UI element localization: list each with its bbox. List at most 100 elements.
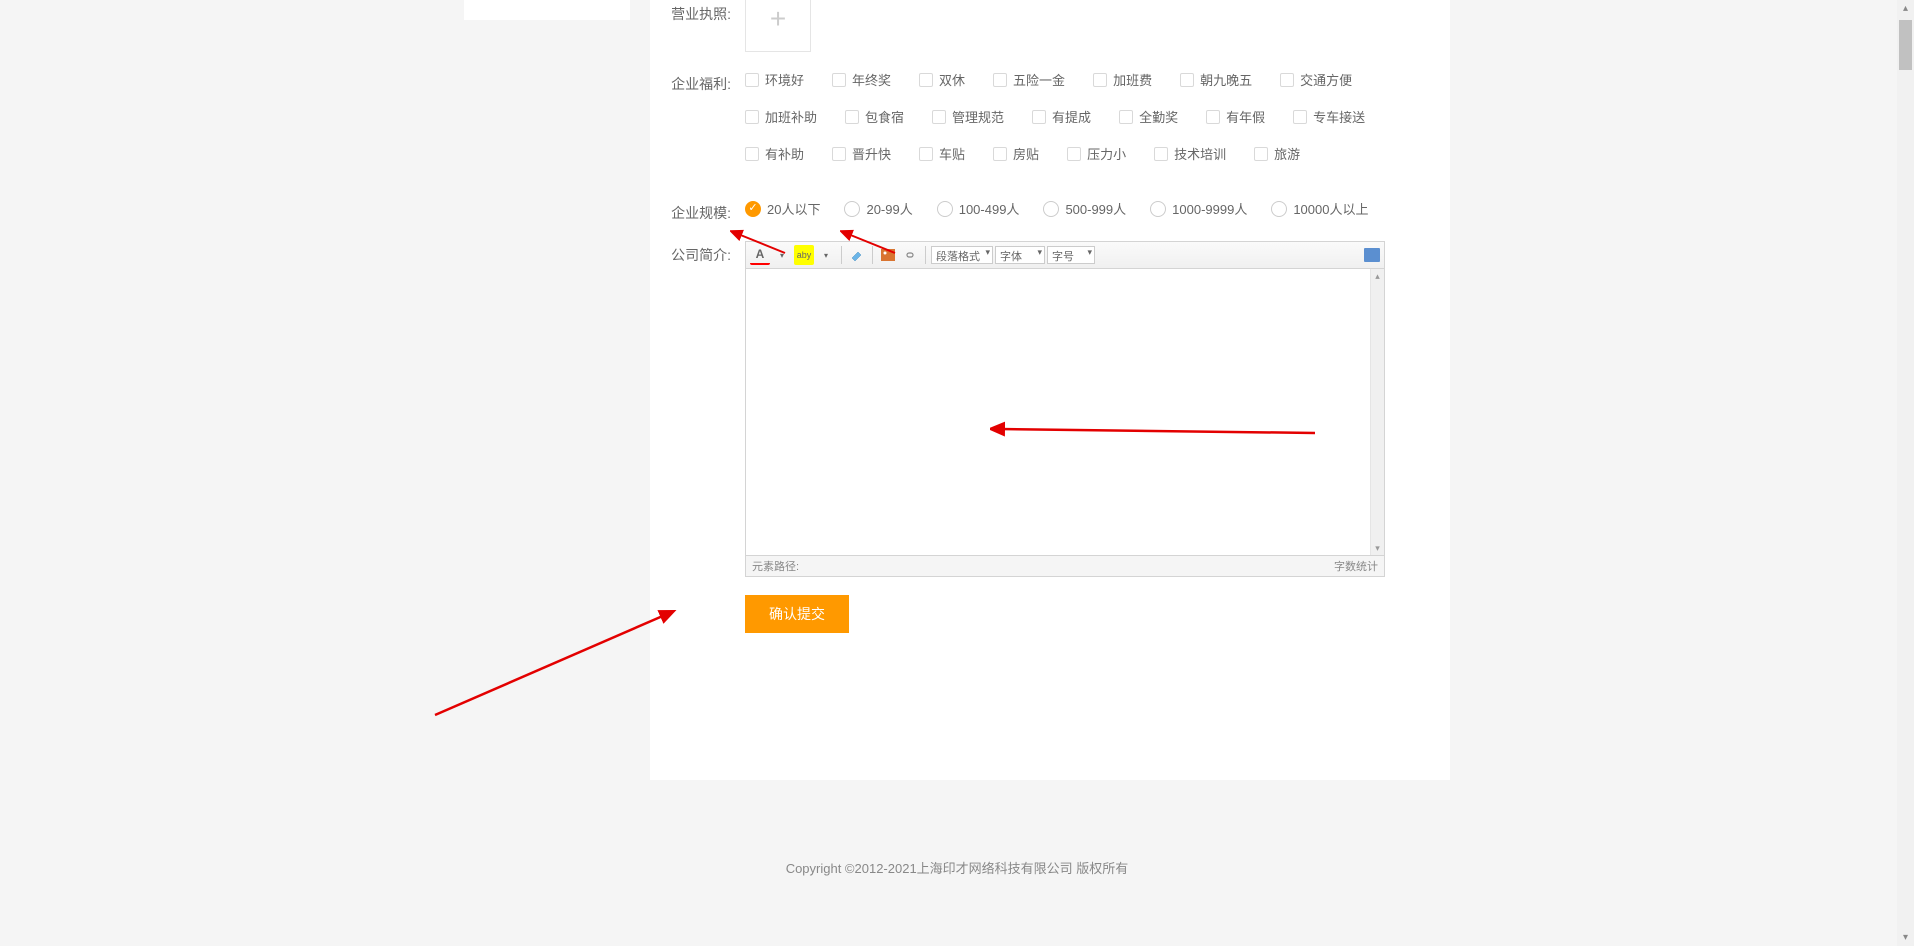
license-upload[interactable]: + (745, 0, 811, 52)
scale-radio[interactable]: 20人以下 (745, 199, 820, 218)
page-scroll-down-icon[interactable]: ▾ (1897, 929, 1914, 946)
checkbox-box (845, 110, 859, 124)
radio-label: 10000人以上 (1293, 199, 1368, 218)
scroll-up-icon[interactable]: ▴ (1371, 269, 1384, 283)
font-color-btn[interactable]: A (750, 245, 770, 265)
page-scrollbar[interactable]: ▴ ▾ (1897, 0, 1914, 946)
rich-editor: A ▾ aby ▾ (745, 241, 1385, 577)
intro-label: 公司简介: (655, 241, 745, 265)
checkbox-label: 晋升快 (852, 144, 891, 163)
checkbox-box (919, 73, 933, 87)
link-icon[interactable] (900, 245, 920, 265)
benefit-checkbox[interactable]: 加班费 (1093, 70, 1152, 89)
radio-label: 100-499人 (959, 199, 1020, 218)
checkbox-box (1254, 147, 1268, 161)
radio-label: 20-99人 (866, 199, 912, 218)
benefit-checkbox[interactable]: 朝九晚五 (1180, 70, 1252, 89)
element-path: 元素路径: (752, 558, 799, 574)
benefit-checkbox[interactable]: 车贴 (919, 144, 965, 163)
checkbox-label: 年终奖 (852, 70, 891, 89)
scale-radio[interactable]: 500-999人 (1043, 199, 1126, 218)
dropdown-icon[interactable]: ▾ (816, 245, 836, 265)
page-scroll-up-icon[interactable]: ▴ (1897, 0, 1914, 17)
checkbox-box (993, 73, 1007, 87)
benefit-checkbox[interactable]: 房贴 (993, 144, 1039, 163)
benefit-checkbox[interactable]: 交通方便 (1280, 70, 1352, 89)
image-icon[interactable] (878, 245, 898, 265)
checkbox-box (1067, 147, 1081, 161)
checkbox-label: 有提成 (1052, 107, 1091, 126)
checkbox-box (1293, 110, 1307, 124)
benefit-checkbox[interactable]: 加班补助 (745, 107, 817, 126)
checkbox-box (745, 147, 759, 161)
benefit-checkbox[interactable]: 有年假 (1206, 107, 1265, 126)
scale-radio[interactable]: 1000-9999人 (1150, 199, 1247, 218)
scale-group: 20人以下 20-99人 100-499人 500-999人 1000-9999人 100… (745, 199, 1450, 218)
font-size-select[interactable]: 字号 (1047, 246, 1095, 264)
benefit-checkbox[interactable]: 技术培训 (1154, 144, 1226, 163)
benefit-checkbox[interactable]: 晋升快 (832, 144, 891, 163)
checkbox-box (932, 110, 946, 124)
checkbox-box (745, 73, 759, 87)
editor-scrollbar[interactable]: ▴ ▾ (1370, 269, 1384, 555)
sidebar-card (464, 0, 630, 20)
checkbox-box (1206, 110, 1220, 124)
checkbox-label: 压力小 (1087, 144, 1126, 163)
toolbar-separator (925, 246, 926, 264)
checkbox-label: 五险一金 (1013, 70, 1065, 89)
scale-radio[interactable]: 100-499人 (937, 199, 1020, 218)
submit-button[interactable]: 确认提交 (745, 595, 849, 633)
checkbox-box (832, 147, 846, 161)
benefit-checkbox[interactable]: 管理规范 (932, 107, 1004, 126)
dropdown-icon[interactable]: ▾ (772, 245, 792, 265)
radio-circle (1043, 201, 1059, 217)
benefit-checkbox[interactable]: 双休 (919, 70, 965, 89)
benefits-label: 企业福利: (655, 70, 745, 94)
checkbox-box (1280, 73, 1294, 87)
benefit-checkbox[interactable]: 包食宿 (845, 107, 904, 126)
benefit-checkbox[interactable]: 压力小 (1067, 144, 1126, 163)
checkbox-label: 管理规范 (952, 107, 1004, 126)
scroll-down-icon[interactable]: ▾ (1371, 541, 1384, 555)
checkbox-label: 有年假 (1226, 107, 1265, 126)
scale-radio[interactable]: 10000人以上 (1271, 199, 1368, 218)
checkbox-box (1119, 110, 1133, 124)
word-count[interactable]: 字数统计 (1334, 558, 1378, 574)
paragraph-select[interactable]: 段落格式 (931, 246, 993, 264)
benefit-checkbox[interactable]: 环境好 (745, 70, 804, 89)
font-family-select[interactable]: 字体 (995, 246, 1045, 264)
checkbox-box (1093, 73, 1107, 87)
license-label: 营业执照: (655, 0, 745, 24)
scale-radio[interactable]: 20-99人 (844, 199, 912, 218)
checkbox-label: 环境好 (765, 70, 804, 89)
editor-content[interactable] (746, 269, 1384, 555)
checkbox-label: 包食宿 (865, 107, 904, 126)
checkbox-box (1180, 73, 1194, 87)
bg-color-btn[interactable]: aby (794, 245, 814, 265)
benefit-checkbox[interactable]: 专车接送 (1293, 107, 1365, 126)
benefit-checkbox[interactable]: 旅游 (1254, 144, 1300, 163)
radio-circle (1150, 201, 1166, 217)
benefit-checkbox[interactable]: 有提成 (1032, 107, 1091, 126)
copyright-footer: Copyright ©2012-2021上海印才网络科技有限公司 版权所有 (0, 830, 1914, 905)
checkbox-box (1032, 110, 1046, 124)
checkbox-box (1154, 147, 1168, 161)
checkbox-box (993, 147, 1007, 161)
page-scroll-thumb[interactable] (1899, 20, 1912, 70)
eraser-icon[interactable] (847, 245, 867, 265)
main-form: 营业执照: + 企业福利: 环境好 年终奖 双休 五险一金 加班费 朝九晚五 交通方便加班补… (650, 0, 1450, 780)
benefit-checkbox[interactable]: 全勤奖 (1119, 107, 1178, 126)
checkbox-label: 旅游 (1274, 144, 1300, 163)
benefits-group: 环境好 年终奖 双休 五险一金 加班费 朝九晚五 交通方便加班补助 包食宿 管理规范 有提成 全勤奖… (745, 70, 1450, 181)
checkbox-label: 专车接送 (1313, 107, 1365, 126)
plus-icon: + (770, 3, 786, 35)
fullscreen-icon[interactable] (1364, 248, 1380, 262)
checkbox-label: 房贴 (1013, 144, 1039, 163)
checkbox-label: 朝九晚五 (1200, 70, 1252, 89)
benefit-checkbox[interactable]: 五险一金 (993, 70, 1065, 89)
editor-footer: 元素路径: 字数统计 (746, 555, 1384, 576)
benefit-checkbox[interactable]: 有补助 (745, 144, 804, 163)
benefit-checkbox[interactable]: 年终奖 (832, 70, 891, 89)
checkbox-label: 双休 (939, 70, 965, 89)
radio-circle (844, 201, 860, 217)
